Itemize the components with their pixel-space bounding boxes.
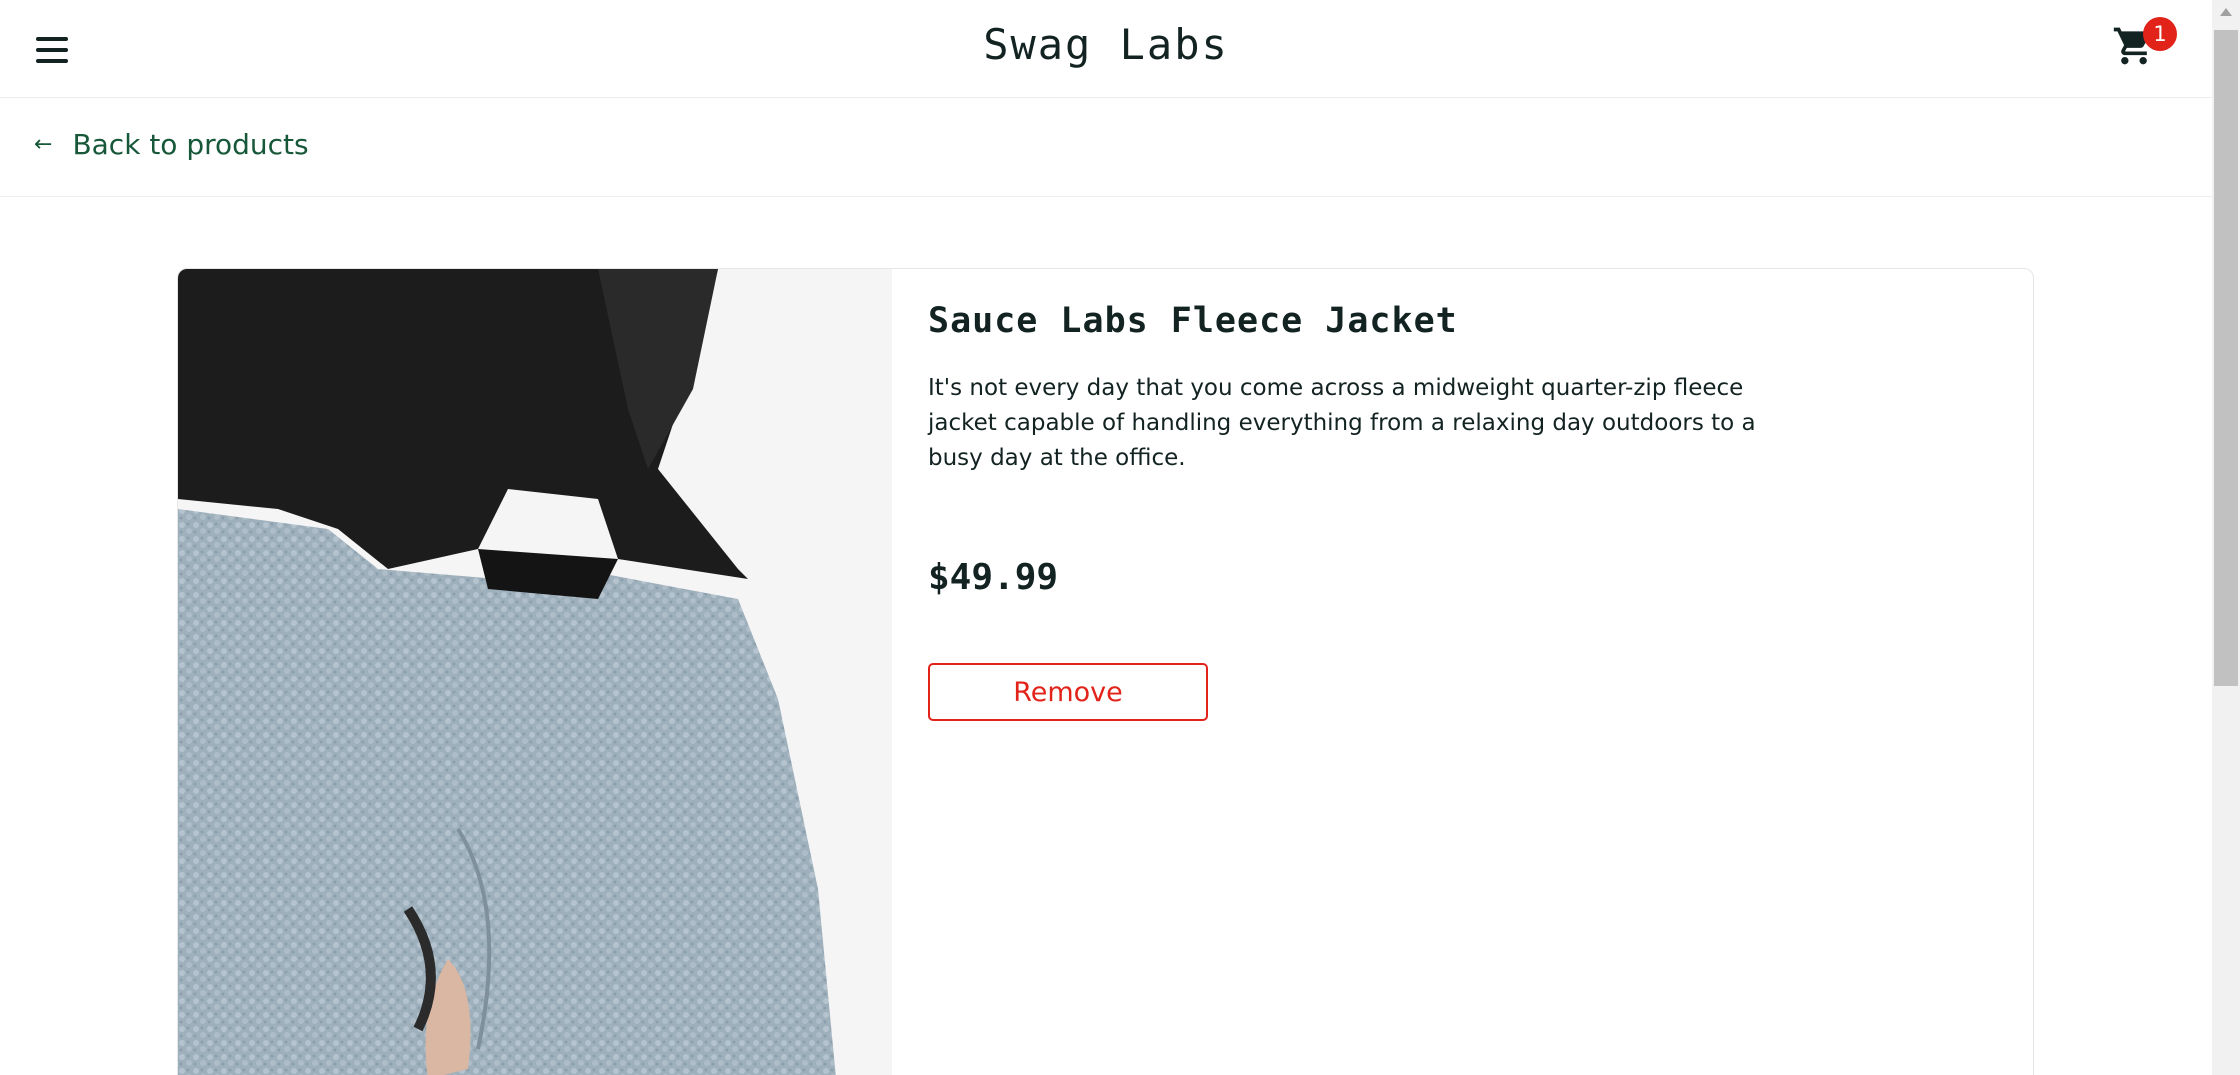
app-title: Swag Labs <box>983 20 1229 69</box>
scrollbar-thumb[interactable] <box>2214 30 2238 686</box>
arrow-left-icon: ← <box>34 132 53 157</box>
remove-from-cart-button[interactable]: Remove <box>928 663 1208 721</box>
product-image <box>178 269 892 1075</box>
vertical-scrollbar[interactable] <box>2212 0 2240 1075</box>
back-to-products-label: Back to products <box>72 128 309 161</box>
product-detail-page: Swag Labs 1 ← Back to products Sauce Lab… <box>0 0 2212 1075</box>
secondary-header: ← Back to products <box>0 98 2212 197</box>
scroll-up-arrow-icon[interactable] <box>2220 8 2232 16</box>
product-detail-card: Sauce Labs Fleece Jacket It's not every … <box>177 268 2034 1075</box>
back-to-products-button[interactable]: ← Back to products <box>34 128 309 161</box>
product-description: It's not every day that you come across … <box>928 375 1756 471</box>
primary-header: Swag Labs 1 <box>0 0 2212 98</box>
product-name: Sauce Labs Fleece Jacket <box>928 301 1458 341</box>
product-price: $49.99 <box>928 557 1059 598</box>
cart-count-badge: 1 <box>2143 17 2177 51</box>
